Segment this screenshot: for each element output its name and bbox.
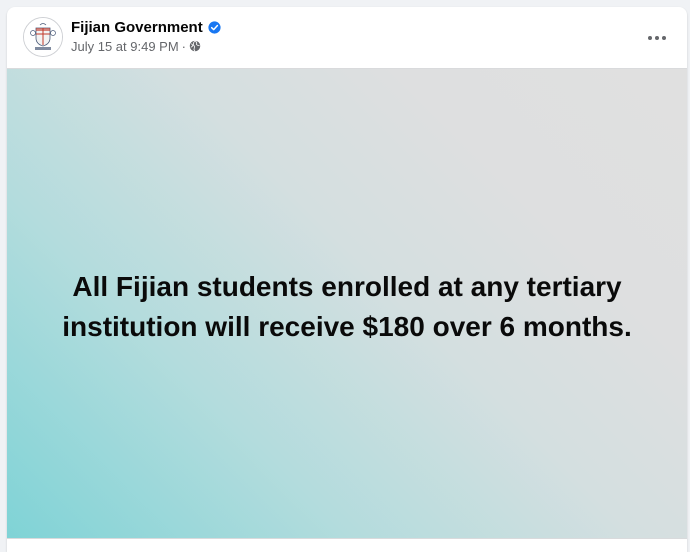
- page-name[interactable]: Fijian Government: [71, 19, 203, 36]
- globe-icon[interactable]: [189, 40, 201, 52]
- post-card: Fijian Government July 15 at 9:49 PM · A…: [7, 7, 687, 552]
- post-background[interactable]: All Fijian students enrolled at any tert…: [7, 68, 687, 539]
- more-options-button[interactable]: [639, 20, 675, 56]
- post-timestamp[interactable]: July 15 at 9:49 PM: [71, 39, 179, 54]
- post-text: All Fijian students enrolled at any tert…: [62, 271, 632, 342]
- meta-separator: ·: [181, 38, 187, 54]
- coat-of-arms-logo: [24, 18, 62, 56]
- post-meta: July 15 at 9:49 PM ·: [71, 38, 201, 54]
- page-name-row: Fijian Government: [71, 17, 221, 37]
- verified-badge-icon: [208, 20, 221, 34]
- post-header: Fijian Government July 15 at 9:49 PM ·: [7, 7, 687, 68]
- more-options-icon: [648, 36, 666, 40]
- page-avatar[interactable]: [23, 17, 63, 57]
